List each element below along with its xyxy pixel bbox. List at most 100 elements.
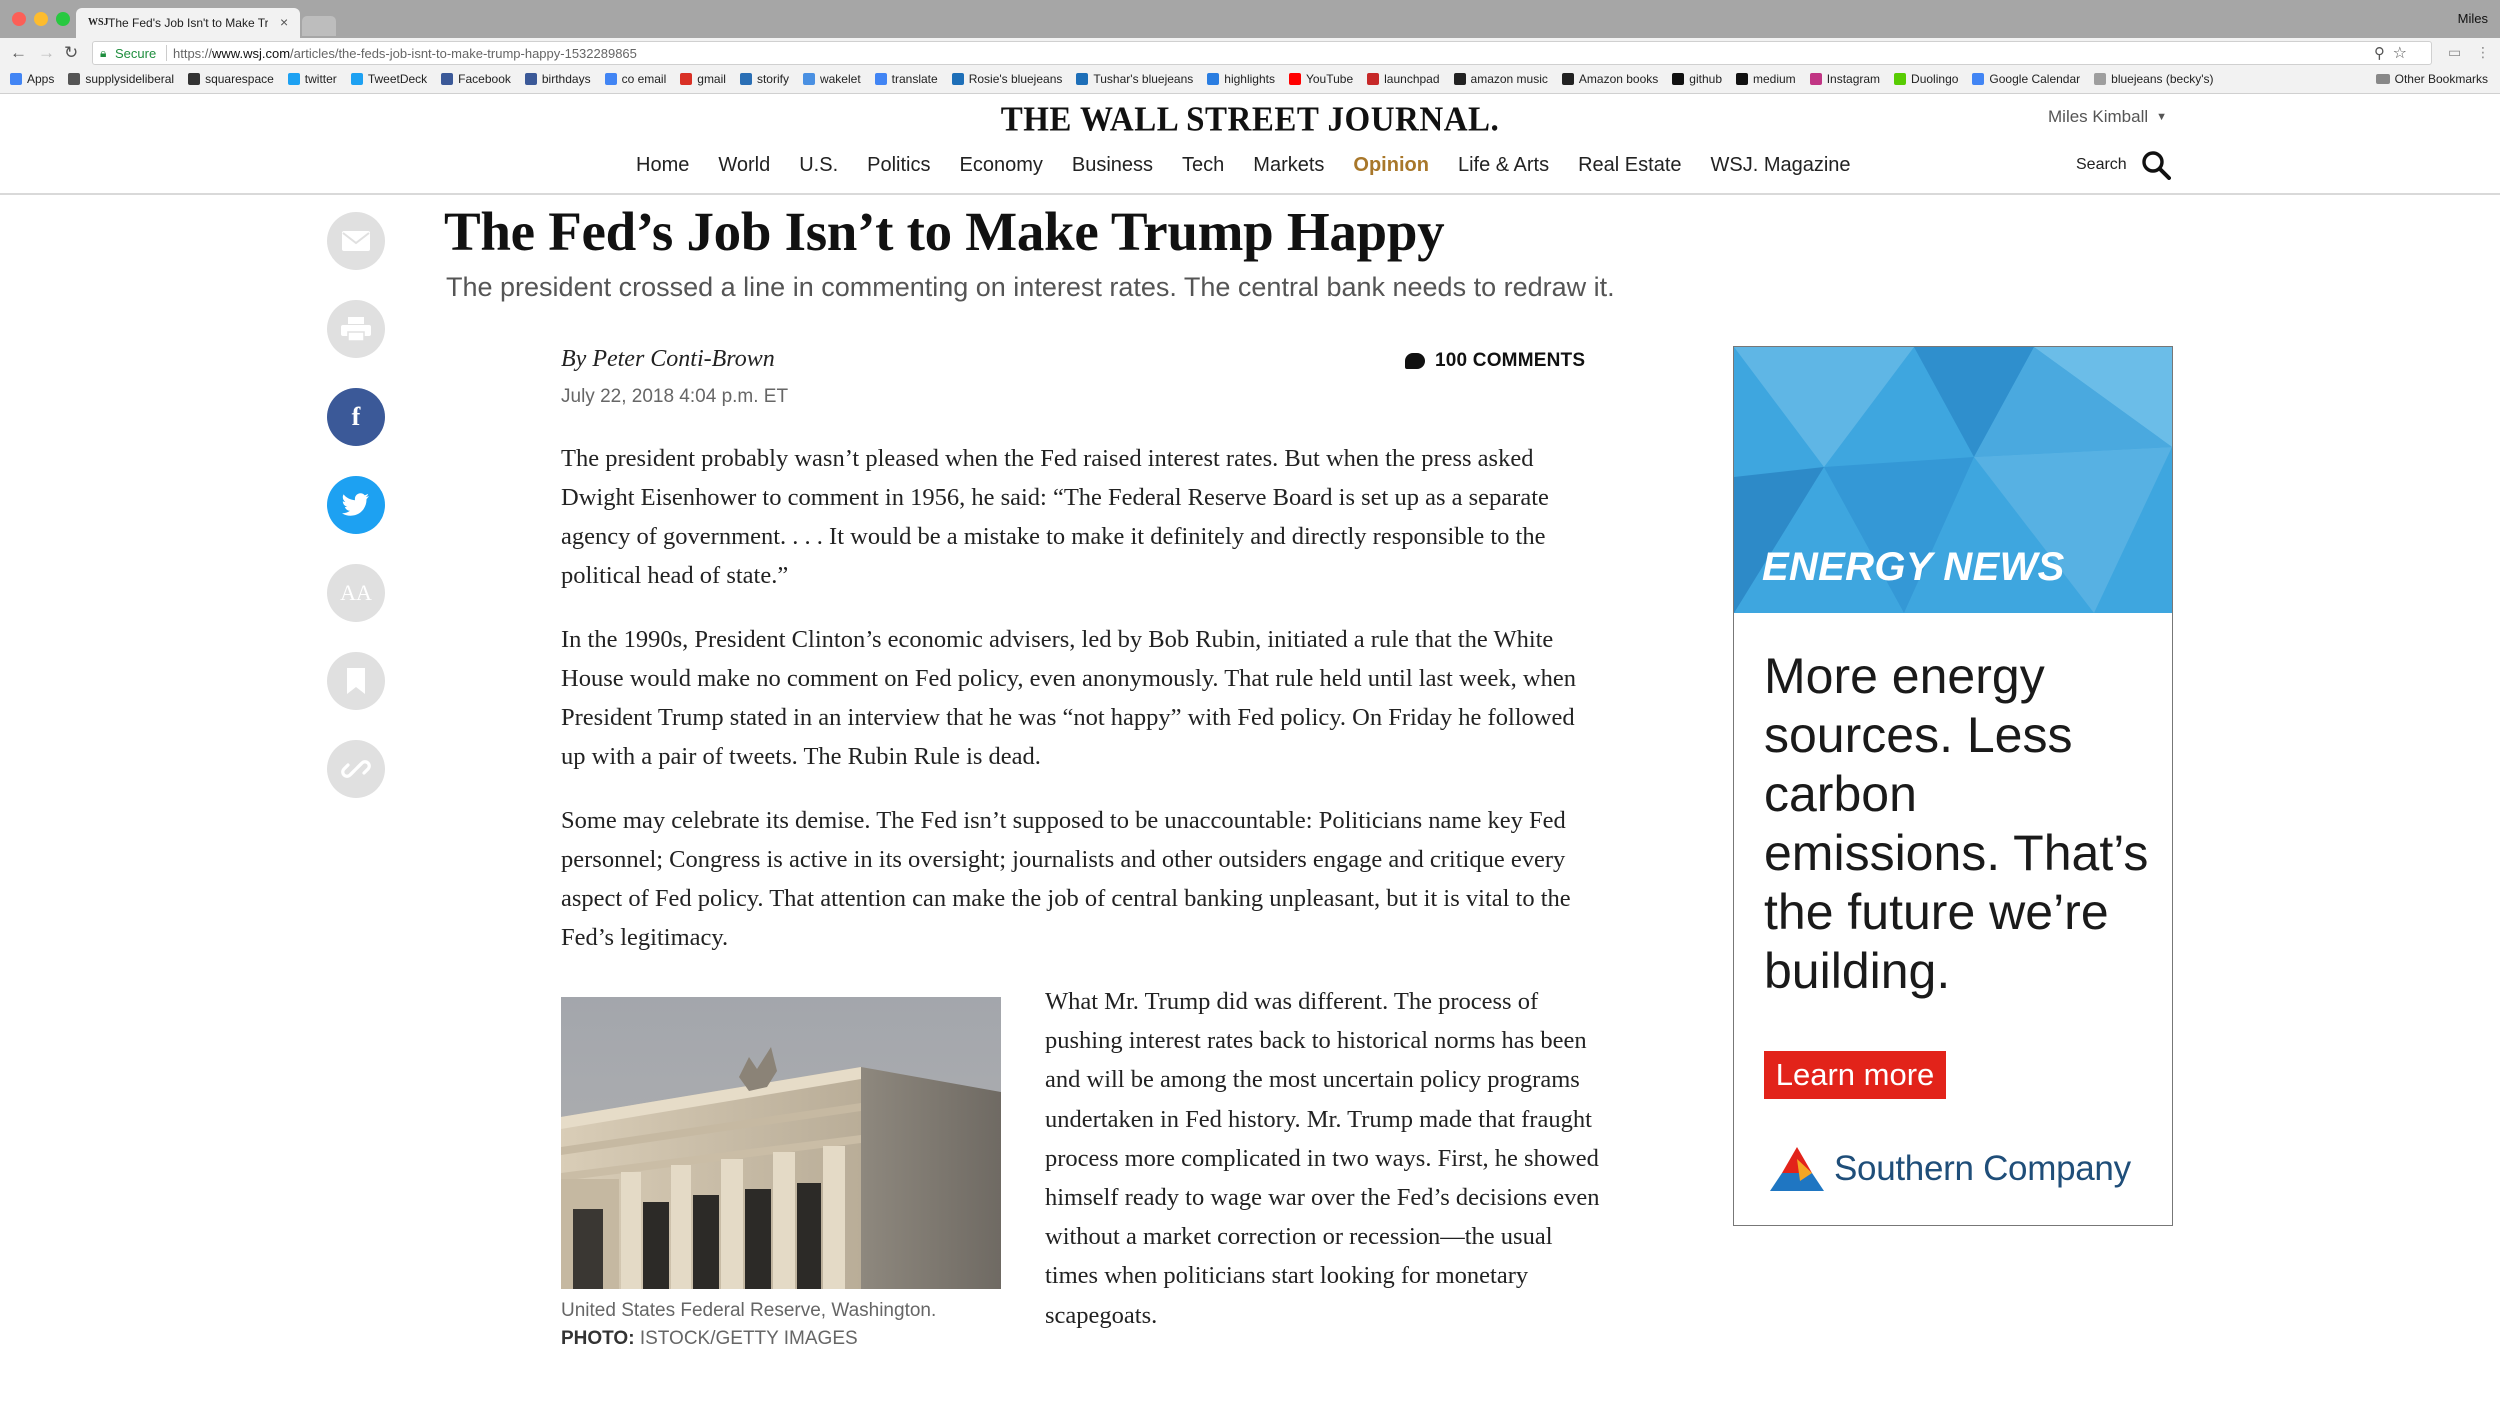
browser-chrome: WSJ The Fed's Job Isn't to Make Tr × Mil… [0, 0, 2500, 94]
bookmark-label: twitter [304, 72, 337, 86]
bookmark-label: amazon music [1470, 72, 1548, 86]
save-article-button[interactable] [327, 652, 385, 710]
nav-item-wsj-magazine[interactable]: WSJ. Magazine [1711, 154, 1851, 177]
address-bar[interactable]: 🔒︎ Secure https://www.wsj.com/articles/t… [92, 41, 2432, 65]
tab-close-icon[interactable]: × [280, 14, 288, 30]
url-scheme: https:// [173, 46, 213, 61]
advertisement[interactable]: ENERGY NEWS More energy sources. Less ca… [1733, 346, 2173, 1226]
bookmark-item[interactable]: Instagram [1809, 72, 1881, 86]
bookmark-label: bluejeans (becky's) [2111, 72, 2214, 86]
zoom-icon[interactable]: ⚲ [2374, 44, 2385, 62]
bookmark-favicon-icon [1207, 73, 1220, 85]
comments-count: 100 COMMENTS [1435, 350, 1586, 371]
article-paragraph: In the 1990s, President Clinton’s econom… [561, 626, 1576, 770]
bookmark-label: Instagram [1826, 72, 1881, 86]
bookmark-item[interactable]: squarespace [188, 72, 274, 86]
facebook-icon: f [351, 402, 361, 431]
photo-credit: PHOTO: ISTOCK/GETTY IMAGES [561, 1328, 858, 1350]
bookmark-item[interactable]: Apps [10, 72, 54, 86]
browser-tab-active[interactable]: WSJ The Fed's Job Isn't to Make Tr × [76, 8, 300, 38]
photo-credit-label: PHOTO: [561, 1328, 635, 1349]
nav-item-real-estate[interactable]: Real Estate [1578, 154, 1681, 177]
maximize-window-button[interactable] [56, 12, 70, 26]
search-button[interactable]: Search [2076, 150, 2171, 180]
bookmark-star-icon[interactable]: ☆ [2393, 43, 2407, 63]
close-window-button[interactable] [12, 12, 26, 26]
share-twitter-button[interactable] [327, 476, 385, 534]
bookmark-item[interactable]: medium [1736, 72, 1796, 86]
nav-item-business[interactable]: Business [1072, 154, 1153, 177]
nav-item-politics[interactable]: Politics [867, 154, 930, 177]
article-paragraph: The president probably wasn’t pleased wh… [561, 445, 1549, 589]
bookmark-favicon-icon [441, 73, 454, 85]
bookmark-list: Apps supplysideliberal squarespace twitter T… [10, 72, 2228, 86]
bookmark-item[interactable]: YouTube [1288, 72, 1353, 86]
extension-icon[interactable]: ▭ [2448, 44, 2461, 61]
bookmark-item[interactable]: Tushar's bluejeans [1076, 72, 1193, 86]
bookmark-favicon-icon [1076, 73, 1089, 85]
bookmark-label: launchpad [1384, 72, 1440, 86]
profile-name[interactable]: Miles [2458, 11, 2488, 26]
lock-icon: 🔒︎ [100, 46, 107, 60]
copy-link-button[interactable] [327, 740, 385, 798]
bookmark-item[interactable]: bluejeans (becky's) [2094, 72, 2214, 86]
bookmark-favicon-icon [524, 73, 537, 85]
nav-item-home[interactable]: Home [636, 154, 689, 177]
bookmark-item[interactable]: Rosie's bluejeans [951, 72, 1062, 86]
nav-item-u-s[interactable]: U.S. [799, 154, 838, 177]
bookmark-item[interactable]: birthdays [524, 72, 591, 86]
minimize-window-button[interactable] [34, 12, 48, 26]
bookmark-item[interactable]: wakelet [802, 72, 861, 86]
bookmark-label: storify [756, 72, 789, 86]
reload-icon[interactable]: ↻ [64, 43, 78, 63]
share-email-button[interactable] [327, 212, 385, 270]
bookmark-label: squarespace [205, 72, 274, 86]
nav-item-tech[interactable]: Tech [1182, 154, 1224, 177]
bookmark-item[interactable]: github [1672, 72, 1722, 86]
other-bookmarks[interactable]: Other Bookmarks [2375, 72, 2488, 86]
nav-item-opinion[interactable]: Opinion [1353, 154, 1429, 177]
bookmark-item[interactable]: Amazon books [1561, 72, 1659, 86]
bookmark-item[interactable]: co email [604, 72, 666, 86]
bookmark-item[interactable]: twitter [287, 72, 337, 86]
text-size-button[interactable]: AA [327, 564, 385, 622]
bookmark-favicon-icon [604, 73, 617, 85]
article-byline[interactable]: By Peter Conti-Brown [561, 346, 775, 373]
bookmark-item[interactable]: Google Calendar [1972, 72, 2080, 86]
ad-learn-more-button[interactable]: Learn more [1764, 1051, 1946, 1099]
bookmark-label: wakelet [819, 72, 861, 86]
nav-item-life-arts[interactable]: Life & Arts [1458, 154, 1549, 177]
bookmark-label: medium [1753, 72, 1796, 86]
bookmark-item[interactable]: amazon music [1453, 72, 1548, 86]
bookmark-item[interactable]: TweetDeck [350, 72, 427, 86]
forward-arrow-icon[interactable]: → [38, 43, 55, 63]
bookmark-item[interactable]: Facebook [441, 72, 511, 86]
comments-link[interactable]: 100 COMMENTS [1405, 350, 1585, 372]
nav-item-world[interactable]: World [718, 154, 770, 177]
bookmark-favicon-icon [1894, 73, 1907, 85]
ad-kicker: ENERGY NEWS [1762, 545, 2065, 589]
title-bar: WSJ The Fed's Job Isn't to Make Tr × Mil… [0, 0, 2500, 38]
share-facebook-button[interactable]: f [327, 388, 385, 446]
nav-item-economy[interactable]: Economy [960, 154, 1043, 177]
bookmark-item[interactable]: gmail [680, 72, 726, 86]
menu-dots-icon[interactable]: ⋮ [2476, 44, 2490, 61]
bookmark-favicon-icon [1736, 73, 1748, 85]
new-tab-button[interactable] [302, 16, 336, 36]
bookmark-item[interactable]: Duolingo [1894, 72, 1958, 86]
bookmark-item[interactable]: highlights [1207, 72, 1275, 86]
bookmark-item[interactable]: translate [874, 72, 938, 86]
bookmark-item[interactable]: supplysideliberal [68, 72, 174, 86]
bookmark-item[interactable]: storify [739, 72, 789, 86]
back-arrow-icon[interactable]: ← [10, 43, 27, 63]
nav-item-markets[interactable]: Markets [1253, 154, 1324, 177]
user-menu[interactable]: Miles Kimball ▼ [2048, 107, 2167, 127]
bookmark-favicon-icon [10, 73, 22, 85]
bookmark-label: Amazon books [1578, 72, 1659, 86]
bookmark-label: supplysideliberal [85, 72, 175, 86]
url-separator [166, 45, 167, 61]
print-button[interactable] [327, 300, 385, 358]
url-text[interactable]: https://www.wsj.com/articles/the-feds-jo… [173, 46, 637, 61]
article-photo[interactable] [561, 997, 1001, 1289]
bookmark-item[interactable]: launchpad [1367, 72, 1440, 86]
